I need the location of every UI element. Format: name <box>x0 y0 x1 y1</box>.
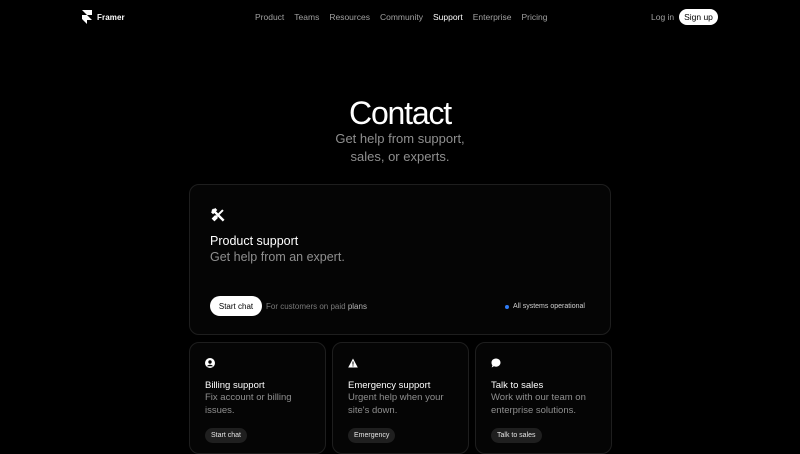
emergency-support-title: Emergency support <box>348 380 431 391</box>
subtitle-line-2: sales, or experts. <box>350 149 450 164</box>
page-subtitle: Get help from support, sales, or experts… <box>300 130 500 166</box>
billing-support-title: Billing support <box>205 380 265 391</box>
status-text: All systems operational <box>513 303 585 310</box>
product-support-desc: Get help from an expert. <box>210 250 345 264</box>
billing-support-card: Billing support Fix account or billing i… <box>189 342 326 454</box>
product-support-title: Product support <box>210 234 299 248</box>
user-icon <box>205 358 215 368</box>
top-nav: Framer Product Teams Resources Community… <box>0 0 800 34</box>
system-status[interactable]: All systems operational <box>505 303 585 310</box>
start-chat-button[interactable]: Start chat <box>210 296 262 316</box>
subtitle-line-1: Get help from support, <box>335 131 465 146</box>
product-support-card: Product support Get help from an expert.… <box>189 184 611 335</box>
talk-to-sales-desc: Work with our team on enterprise solutio… <box>491 392 586 416</box>
talk-to-sales-title: Talk to sales <box>491 380 544 391</box>
page-title: Contact <box>349 95 452 131</box>
nav-product[interactable]: Product <box>255 12 284 22</box>
emergency-support-card: Emergency support Urgent help when your … <box>332 342 469 454</box>
nav-community[interactable]: Community <box>380 12 423 22</box>
brand-logo[interactable]: Framer <box>82 10 125 24</box>
plans-link[interactable]: plans <box>348 302 367 311</box>
nav-support[interactable]: Support <box>433 12 463 22</box>
paid-plans-note: For customers on paid plans <box>266 302 367 311</box>
status-dot-icon <box>505 304 509 309</box>
nav-links: Product Teams Resources Community Suppor… <box>255 12 547 22</box>
paid-note-text: For customers on paid <box>266 302 346 311</box>
login-link[interactable]: Log in <box>651 12 674 22</box>
emergency-support-desc: Urgent help when your site's down. <box>348 392 444 416</box>
emergency-button[interactable]: Emergency <box>348 428 396 443</box>
brand-name: Framer <box>97 12 125 22</box>
chat-bubble-icon <box>491 358 501 368</box>
nav-enterprise[interactable]: Enterprise <box>473 12 512 22</box>
signup-button[interactable]: Sign up <box>679 9 718 25</box>
nav-teams[interactable]: Teams <box>294 12 319 22</box>
nav-resources[interactable]: Resources <box>329 12 370 22</box>
talk-to-sales-card: Talk to sales Work with our team on ente… <box>475 342 612 454</box>
warning-icon <box>348 358 358 368</box>
nav-pricing[interactable]: Pricing <box>522 12 548 22</box>
billing-support-desc: Fix account or billing issues. <box>205 392 292 416</box>
talk-to-sales-button[interactable]: Talk to sales <box>491 428 542 443</box>
framer-logo-icon <box>82 10 92 24</box>
billing-start-chat-button[interactable]: Start chat <box>205 428 247 443</box>
tools-icon <box>210 207 225 222</box>
